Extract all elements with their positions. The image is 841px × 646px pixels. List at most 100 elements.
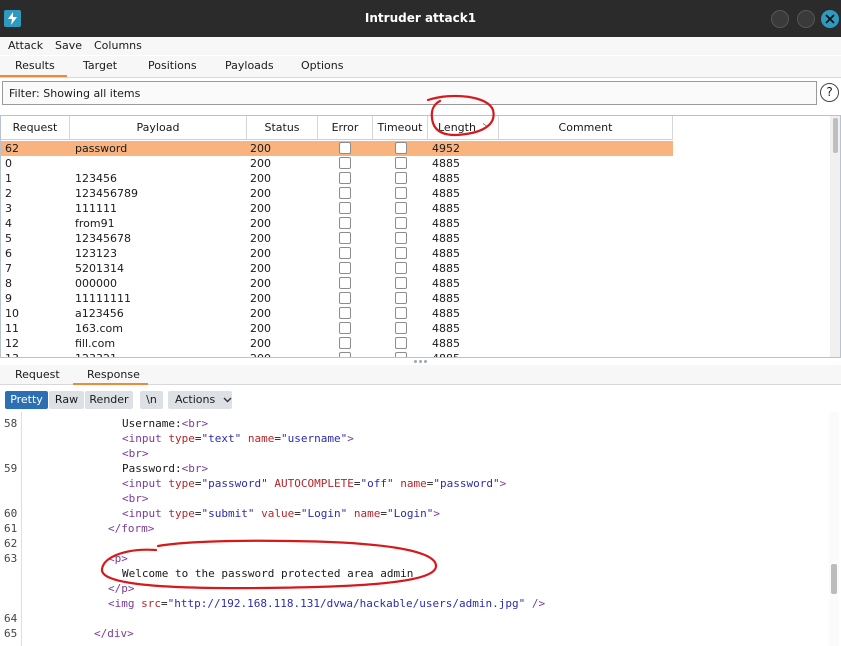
line-number: 61	[4, 522, 18, 535]
table-header: Request Payload Status Error Timeout Len…	[1, 116, 673, 140]
response-code-view[interactable]: 58 59 60 61 62 63 64 65 Username:<br> <i…	[0, 412, 841, 646]
length-cell: 4952	[432, 142, 460, 155]
tab-response[interactable]: Response	[87, 368, 140, 381]
table-row[interactable]: 9 11111111 200 4885	[1, 291, 673, 306]
table-row[interactable]: 3 111111 200 4885	[1, 201, 673, 216]
length-cell: 4885	[432, 217, 460, 230]
close-button[interactable]	[821, 10, 839, 28]
close-icon	[825, 14, 835, 24]
error-checkbox	[339, 157, 351, 169]
table-row[interactable]: 5 12345678 200 4885	[1, 231, 673, 246]
payload-cell: 11111111	[75, 292, 131, 305]
pretty-button[interactable]: Pretty	[5, 391, 48, 409]
minimize-button[interactable]	[771, 10, 789, 28]
timeout-checkbox	[395, 217, 407, 229]
menu-save[interactable]: Save	[55, 39, 82, 52]
maximize-button[interactable]	[797, 10, 815, 28]
error-checkbox	[339, 217, 351, 229]
error-checkbox	[339, 232, 351, 244]
timeout-checkbox	[395, 322, 407, 334]
table-row[interactable]: 6 123123 200 4885	[1, 246, 673, 261]
column-length-label: Length	[438, 121, 476, 134]
timeout-checkbox	[395, 307, 407, 319]
column-request[interactable]: Request	[1, 116, 70, 140]
code-line: <img src="http://192.168.118.131/dvwa/ha…	[108, 597, 546, 610]
code-scrollbar[interactable]	[829, 412, 839, 646]
request-cell: 1	[5, 172, 12, 185]
column-status[interactable]: Status	[247, 116, 318, 140]
table-row[interactable]: 11 163.com 200 4885	[1, 321, 673, 336]
error-checkbox	[339, 247, 351, 259]
payload-cell: 000000	[75, 277, 117, 290]
request-cell: 3	[5, 202, 12, 215]
column-timeout[interactable]: Timeout	[373, 116, 428, 140]
code-line: <input type="password" AUTOCOMPLETE="off…	[122, 477, 507, 490]
render-button[interactable]: Render	[85, 391, 133, 409]
table-row[interactable]: 1 123456 200 4885	[1, 171, 673, 186]
tab-payloads[interactable]: Payloads	[225, 59, 274, 72]
line-number-gutter: 58 59 60 61 62 63 64 65	[0, 412, 22, 646]
status-cell: 200	[250, 307, 271, 320]
payload-cell: 123456789	[75, 187, 138, 200]
length-cell: 4885	[432, 172, 460, 185]
request-cell: 4	[5, 217, 12, 230]
table-row[interactable]: 13 123321 200 4885	[1, 351, 673, 357]
status-cell: 200	[250, 157, 271, 170]
table-scrollbar[interactable]	[830, 116, 840, 357]
error-checkbox	[339, 292, 351, 304]
length-cell: 4885	[432, 262, 460, 275]
table-row[interactable]: 4 from91 200 4885	[1, 216, 673, 231]
table-scrollbar-thumb[interactable]	[833, 118, 838, 153]
status-cell: 200	[250, 232, 271, 245]
menu-columns[interactable]: Columns	[94, 39, 142, 52]
tab-positions[interactable]: Positions	[148, 59, 197, 72]
code-line: </form>	[108, 522, 155, 535]
table-row[interactable]: 12 fill.com 200 4885	[1, 336, 673, 351]
request-cell: 2	[5, 187, 12, 200]
payload-cell: 163.com	[75, 322, 123, 335]
table-row[interactable]: 62 password 200 4952	[1, 141, 673, 156]
chevron-down-icon	[223, 397, 232, 403]
payload-cell: fill.com	[75, 337, 116, 350]
column-comment[interactable]: Comment	[499, 116, 673, 140]
timeout-checkbox	[395, 187, 407, 199]
table-row[interactable]: 8 000000 200 4885	[1, 276, 673, 291]
tab-results[interactable]: Results	[15, 59, 55, 72]
status-cell: 200	[250, 217, 271, 230]
length-cell: 4885	[432, 322, 460, 335]
length-cell: 4885	[432, 292, 460, 305]
filter-bar[interactable]: Filter: Showing all items	[2, 81, 817, 105]
column-payload[interactable]: Payload	[70, 116, 247, 140]
pane-splitter[interactable]	[413, 358, 429, 364]
help-icon[interactable]: ?	[820, 83, 839, 102]
timeout-checkbox	[395, 352, 407, 357]
request-cell: 0	[5, 157, 12, 170]
table-row[interactable]: 7 5201314 200 4885	[1, 261, 673, 276]
column-error[interactable]: Error	[318, 116, 373, 140]
tab-request[interactable]: Request	[15, 368, 60, 381]
actions-button[interactable]: Actions	[168, 391, 232, 409]
tab-target[interactable]: Target	[83, 59, 117, 72]
table-row[interactable]: 10 a123456 200 4885	[1, 306, 673, 321]
timeout-checkbox	[395, 202, 407, 214]
newline-toggle-button[interactable]: \n	[140, 391, 163, 409]
payload-cell: 123456	[75, 172, 117, 185]
raw-button[interactable]: Raw	[49, 391, 84, 409]
sort-descending-icon: ﹀	[482, 124, 492, 134]
request-cell: 8	[5, 277, 12, 290]
status-cell: 200	[250, 292, 271, 305]
tab-options[interactable]: Options	[301, 59, 343, 72]
payload-cell: 123123	[75, 247, 117, 260]
menu-attack[interactable]: Attack	[8, 39, 43, 52]
code-line: </div>	[94, 627, 134, 640]
main-tabs: Results Target Positions Payloads Option…	[0, 56, 841, 78]
length-cell: 4885	[432, 351, 460, 357]
line-number: 65	[4, 627, 18, 640]
code-scrollbar-thumb[interactable]	[831, 564, 837, 594]
table-row[interactable]: 0 200 4885	[1, 156, 673, 171]
column-length[interactable]: Length ﹀	[428, 116, 499, 140]
table-row[interactable]: 2 123456789 200 4885	[1, 186, 673, 201]
line-number: 59	[4, 462, 18, 475]
payload-cell: a123456	[75, 307, 124, 320]
actions-label: Actions	[175, 393, 216, 406]
